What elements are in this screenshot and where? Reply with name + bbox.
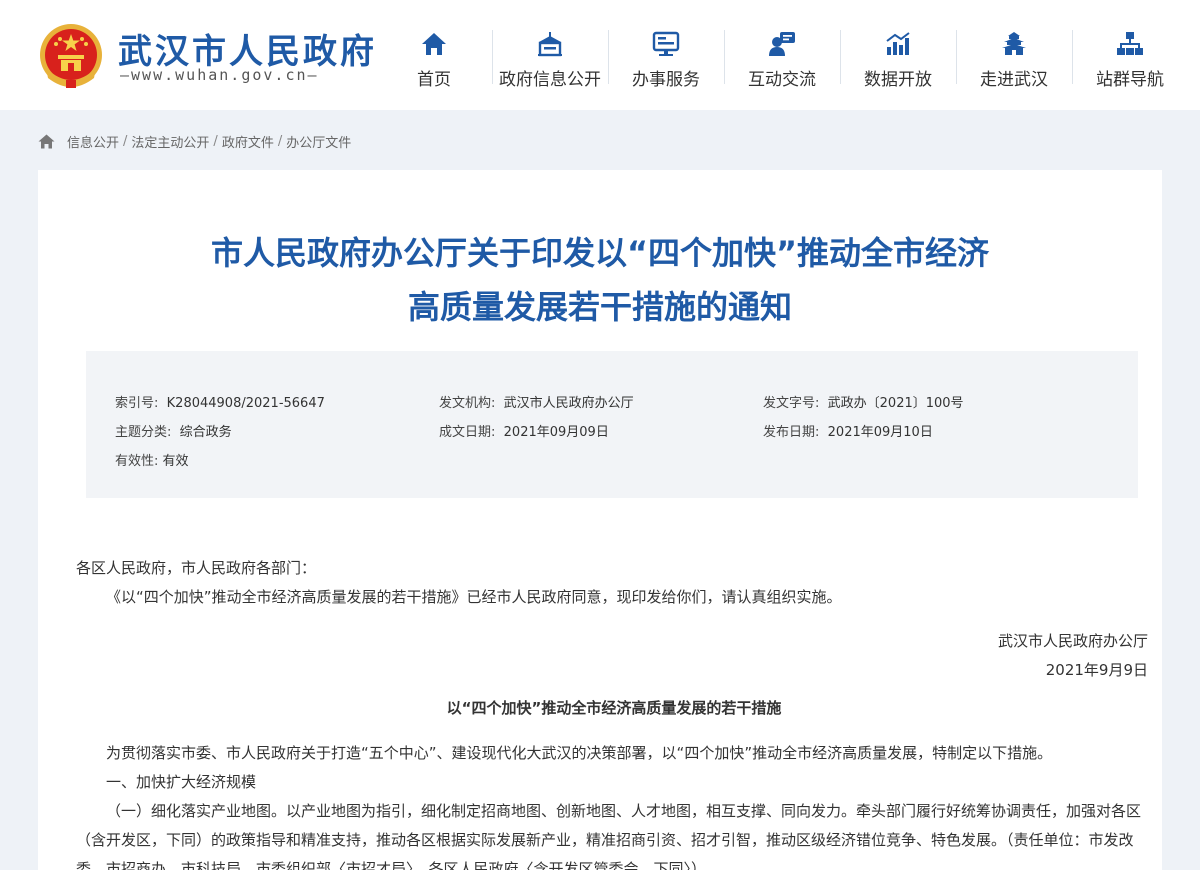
- intro-paragraph: 《以“四个加快”推动全市经济高质量发展的若干措施》已经市人民政府同意，现印发给你…: [106, 588, 842, 606]
- nav-item-gov-info[interactable]: 政府信息公开: [492, 28, 608, 90]
- building-icon: [538, 32, 562, 57]
- meta-label: 发布日期:: [763, 425, 820, 440]
- document-body: 各区人民政府，市人民政府各部门： 《以“四个加快”推动全市经济高质量发展的若干措…: [76, 554, 1152, 870]
- meta-label: 有效性:: [115, 454, 159, 469]
- breadcrumb-separator: /: [123, 133, 128, 149]
- sitemap-icon: [1117, 32, 1143, 55]
- tower-icon: [1002, 32, 1026, 55]
- site-header: 武汉市人民政府 —www.wuhan.gov.cn— 首页 政府信息公开 办事服…: [0, 0, 1200, 110]
- meta-topic: 主题分类: 综合政务: [115, 421, 232, 440]
- document-card: 市人民政府办公厅关于印发以“四个加快”推动全市经济 高质量发展若干措施的通知 索…: [38, 170, 1162, 870]
- meta-publish-date: 发布日期: 2021年09月10日: [763, 421, 933, 440]
- nav-label: 数据开放: [864, 70, 932, 90]
- meta-label: 主题分类:: [115, 425, 172, 440]
- nav-item-services[interactable]: 办事服务: [608, 28, 724, 90]
- document-title: 市人民政府办公厅关于印发以“四个加快”推动全市经济 高质量发展若干措施的通知: [38, 226, 1162, 334]
- main-nav: 首页 政府信息公开 办事服务 互动交流 数据开放 走进武汉 站群导航: [376, 28, 1188, 90]
- nav-label: 办事服务: [632, 70, 700, 90]
- nav-label: 站群导航: [1096, 70, 1164, 90]
- salutation: 各区人民政府，市人民政府各部门：: [76, 559, 317, 577]
- breadcrumb-item[interactable]: 政府文件: [222, 132, 274, 151]
- meta-value: 2021年09月10日: [827, 425, 933, 440]
- section-heading: 一、加快扩大经济规模: [106, 773, 257, 791]
- breadcrumb-separator: /: [213, 133, 218, 149]
- nav-item-about-wuhan[interactable]: 走进武汉: [956, 28, 1072, 90]
- document-title-line: 市人民政府办公厅关于印发以“四个加快”推动全市经济: [210, 234, 990, 272]
- site-url: —www.wuhan.gov.cn—: [120, 66, 319, 84]
- nav-item-interaction[interactable]: 互动交流: [724, 28, 840, 90]
- meta-value: 2021年09月09日: [503, 425, 609, 440]
- document-meta-panel: 索引号: K28044908/2021-56647 发文机构: 武汉市人民政府办…: [86, 351, 1138, 498]
- breadcrumb: 信息公开 / 法定主动公开 / 政府文件 / 办公厅文件: [38, 131, 351, 151]
- document-title-line: 高质量发展若干措施的通知: [407, 288, 792, 326]
- meta-label: 索引号:: [115, 396, 159, 411]
- meta-index-no: 索引号: K28044908/2021-56647: [115, 392, 325, 411]
- breadcrumb-item[interactable]: 法定主动公开: [131, 132, 209, 151]
- measures-title: 以“四个加快”推动全市经济高质量发展的若干措施: [446, 699, 782, 717]
- meta-value: 武政办〔2021〕100号: [827, 396, 964, 411]
- breadcrumb-separator: /: [277, 133, 283, 149]
- nav-label: 首页: [417, 70, 451, 90]
- breadcrumb-item[interactable]: 信息公开: [67, 132, 119, 151]
- nav-label: 政府信息公开: [499, 70, 601, 90]
- meta-label: 发文机构:: [439, 396, 496, 411]
- nav-label: 互动交流: [748, 70, 816, 90]
- nav-item-site-nav[interactable]: 站群导航: [1072, 28, 1188, 90]
- meta-label: 发文字号:: [763, 396, 820, 411]
- meta-issuer: 发文机构: 武汉市人民政府办公厅: [439, 392, 634, 411]
- signature-org: 武汉市人民政府办公厅: [997, 632, 1148, 650]
- meta-written-date: 成文日期: 2021年09月09日: [439, 421, 609, 440]
- meta-doc-no: 发文字号: 武政办〔2021〕100号: [763, 392, 964, 411]
- meta-value: 有效: [162, 454, 189, 469]
- service-screen-icon: [652, 31, 680, 56]
- measure-item-paragraph: （一）细化落实产业地图。以产业地图为指引，细化制定招商地图、创新地图、人才地图，…: [76, 802, 1142, 870]
- signature-date: 2021年9月9日: [1045, 661, 1148, 679]
- national-emblem-icon[interactable]: [38, 22, 104, 92]
- meta-value: 武汉市人民政府办公厅: [503, 396, 634, 411]
- breadcrumb-item[interactable]: 办公厅文件: [286, 132, 351, 151]
- preamble-paragraph: 为贯彻落实市委、市人民政府关于打造“五个中心”、建设现代化大武汉的决策部署，以“…: [106, 744, 1053, 762]
- home-icon[interactable]: [38, 134, 55, 149]
- meta-value: 综合政务: [179, 425, 232, 440]
- chat-user-icon: [769, 32, 795, 56]
- meta-validity: 有效性: 有效: [115, 450, 189, 469]
- meta-label: 成文日期:: [439, 425, 496, 440]
- nav-item-open-data[interactable]: 数据开放: [840, 28, 956, 90]
- bar-chart-icon: [886, 32, 910, 55]
- nav-item-home[interactable]: 首页: [376, 28, 492, 90]
- home-icon: [422, 33, 446, 55]
- meta-value: K28044908/2021-56647: [166, 396, 325, 411]
- nav-label: 走进武汉: [980, 70, 1048, 90]
